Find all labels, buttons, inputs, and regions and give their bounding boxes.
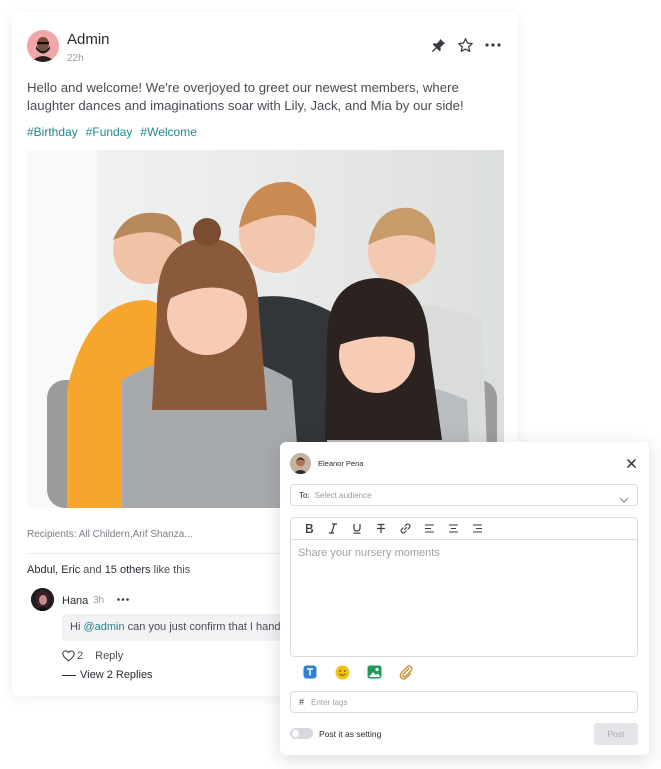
more-options-icon[interactable]	[482, 34, 504, 56]
underline-icon[interactable]	[345, 519, 369, 539]
composer-user-avatar[interactable]	[290, 453, 311, 474]
audience-placeholder: Select audience	[314, 490, 372, 500]
link-icon[interactable]	[393, 519, 417, 539]
attachment-toolbar	[300, 663, 416, 681]
image-icon[interactable]	[364, 663, 384, 681]
post-timestamp: 22h	[67, 53, 84, 64]
hash-icon: #	[299, 697, 305, 707]
view-replies-link[interactable]: View 2 Replies	[62, 669, 153, 681]
emoji-icon[interactable]	[332, 663, 352, 681]
post-composer: Eleanor Pena To: Select audience Share y…	[280, 442, 649, 755]
toggle-knob	[292, 730, 299, 737]
align-right-icon[interactable]	[465, 519, 489, 539]
align-center-icon[interactable]	[441, 519, 465, 539]
post-as-setting-toggle[interactable]	[290, 728, 313, 739]
post-content-textarea[interactable]	[291, 540, 637, 656]
star-icon[interactable]	[454, 34, 476, 56]
pin-icon[interactable]	[427, 34, 449, 56]
comment-mention[interactable]: @admin	[83, 621, 124, 633]
close-icon[interactable]	[624, 456, 638, 470]
admin-avatar[interactable]	[27, 30, 59, 62]
hashtag-funday[interactable]: #Funday	[86, 125, 133, 139]
commenter-avatar[interactable]	[31, 588, 54, 611]
post-body-text: Hello and welcome! We're overjoyed to gr…	[27, 80, 464, 113]
comment-text-end: can you just confirm that I hand	[124, 621, 281, 633]
likes-names: Abdul, Eric	[27, 564, 81, 576]
comment-text-start: Hi	[70, 621, 84, 633]
comment-more-icon[interactable]	[114, 592, 132, 606]
post-button[interactable]: Post	[594, 723, 638, 745]
post-as-setting-label: Post it as setting	[319, 729, 382, 739]
rich-text-editor	[290, 517, 638, 657]
recipients-text: Recipients: All Childern,Arif Shanza...	[27, 529, 193, 540]
view-replies-label: View 2 Replies	[80, 669, 153, 681]
composer-user-name: Eleanor Pena	[318, 459, 364, 468]
likes-summary[interactable]: Abdul, Eric and 15 others like this	[27, 564, 190, 576]
hashtag-birthday[interactable]: #Birthday	[27, 125, 78, 139]
likes-suffix: like this	[153, 564, 191, 576]
tags-input-wrapper: #	[290, 691, 638, 713]
audience-select[interactable]: To: Select audience	[290, 484, 638, 506]
post-header: Admin 22h	[27, 30, 507, 70]
text-icon[interactable]	[300, 663, 320, 681]
tags-input[interactable]	[311, 697, 612, 707]
replies-dash	[62, 674, 76, 676]
divider	[27, 553, 297, 554]
paperclip-icon[interactable]	[396, 663, 416, 681]
chevron-down-icon	[619, 491, 629, 503]
hashtag-welcome[interactable]: #Welcome	[140, 125, 196, 139]
reply-button[interactable]: Reply	[95, 650, 123, 662]
likes-others: 15 others	[104, 564, 151, 576]
comment-actions: 2 Reply	[62, 650, 123, 662]
bold-icon[interactable]	[297, 519, 321, 539]
post-author-name[interactable]: Admin	[67, 31, 110, 48]
italic-icon[interactable]	[321, 519, 345, 539]
editor-toolbar	[291, 518, 637, 540]
comment-like-count: 2	[77, 650, 84, 662]
align-left-icon[interactable]	[417, 519, 441, 539]
comment-timestamp: 3h	[93, 595, 105, 606]
comment-bubble: Hi @admin can you just confirm that I ha…	[62, 614, 292, 641]
strikethrough-icon[interactable]	[369, 519, 393, 539]
likes-and: and	[83, 564, 102, 576]
audience-to-label: To:	[299, 490, 310, 500]
comment-author[interactable]: Hana	[62, 595, 88, 607]
hashtag-list: #Birthday #Funday #Welcome	[27, 125, 197, 139]
heart-icon[interactable]	[62, 650, 76, 662]
